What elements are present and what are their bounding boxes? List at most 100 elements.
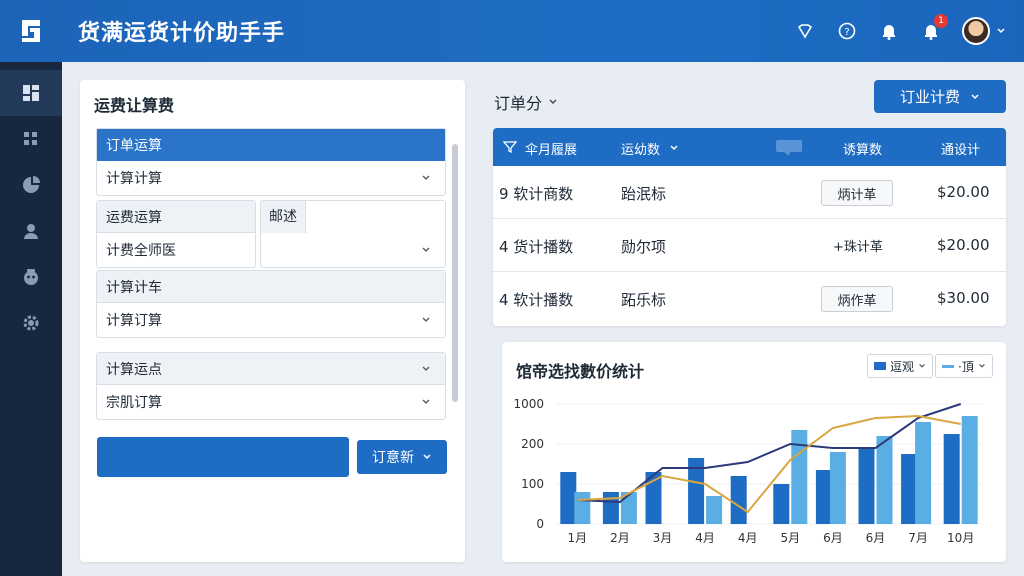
sidebar-item-grid[interactable] (0, 116, 62, 162)
sidebar-item-settings[interactable] (0, 300, 62, 346)
x-tick-label: 7月 (908, 531, 928, 545)
sidebar-item-users[interactable] (0, 208, 62, 254)
favorites-icon[interactable] (794, 20, 816, 42)
pie-chart-icon (23, 176, 40, 193)
app-logo[interactable] (0, 0, 62, 62)
fee-calculator-panel: 运费让算费 订单运算 计算计算 运费运算 计费全师医 邮述 计算计车 计算订算 … (80, 80, 465, 562)
y-tick-label: 200 (521, 437, 544, 451)
order-calc-group: 订单运算 计算计算 (96, 128, 446, 196)
x-tick-label: 1月 (567, 531, 587, 545)
bar-series-1 (901, 454, 918, 524)
bell-icon[interactable] (878, 20, 900, 42)
freight-calc-header: 运费运算 (97, 201, 255, 233)
notification-badge: 1 (934, 14, 948, 28)
row-item: 4 货计播数 (499, 238, 574, 256)
sidebar-item-dashboard[interactable] (0, 70, 62, 116)
calc-car-value: 计算订算 (106, 313, 162, 329)
row-desc: 跆泯标 (621, 185, 667, 203)
comment-icon[interactable] (776, 140, 802, 156)
column-header-action[interactable]: 诱算数 (843, 139, 882, 158)
x-tick-label: 4月 (695, 531, 715, 545)
notification-bell-icon[interactable]: 1 (920, 14, 948, 42)
robot-icon (24, 269, 38, 285)
calc-point-group: 计算运点 宗肌订算 (96, 352, 446, 420)
scroll-thumb[interactable] (452, 144, 458, 402)
chevron-down-icon (422, 366, 430, 371)
y-tick-label: 1000 (513, 397, 544, 411)
dashboard-icon (23, 85, 39, 101)
sidebar (0, 62, 62, 576)
order-calc-header: 订单运算 (97, 129, 445, 161)
order-calc-select[interactable]: 计算计算 (97, 161, 445, 195)
bar-series-2 (876, 436, 893, 524)
calculate-button[interactable] (97, 437, 349, 477)
row-item: 9 软计商数 (499, 185, 574, 203)
x-tick-label: 10月 (947, 531, 974, 545)
row-desc: 勋尔项 (621, 238, 667, 256)
bar-series-1 (943, 434, 960, 524)
orders-title: 订单分 (494, 94, 543, 113)
chevron-down-icon (422, 175, 430, 180)
app-title: 货满运货计价助手手 (78, 21, 286, 46)
y-tick-label: 0 (536, 517, 544, 531)
bar-series-1 (602, 492, 619, 524)
chevron-down-icon (971, 93, 979, 99)
column-header-price[interactable]: 通设计 (941, 139, 980, 158)
table-row[interactable]: 4 软计播数 跖乐标 炳作革 $30.00 (493, 272, 1006, 325)
description-select[interactable] (261, 233, 445, 267)
freight-calc-field[interactable]: 计费全师医 (97, 233, 255, 267)
column-header-desc[interactable]: 运幼数 (621, 139, 660, 158)
bar-series-2 (574, 492, 591, 524)
chevron-down-icon (422, 399, 430, 404)
sidebar-item-assistant[interactable] (0, 254, 62, 300)
row-price: $20.00 (937, 183, 990, 201)
order-calc-value: 计算计算 (106, 171, 162, 187)
row-action-button[interactable]: 炳计革 (821, 180, 893, 206)
statistics-chart-card: 馆帝选找數价统计 逗观 ·頂 0 100 200 1000 1月 2月 3月 4月 4月 5月 6月… (502, 342, 1006, 562)
orders-table: 伞月履展 运幼数 诱算数 通设计 9 软计商数 跆泯标 炳计革 $20.00 4… (493, 128, 1006, 326)
calc-point-label: 计算运点 (106, 361, 162, 378)
order-fee-button[interactable]: 订业计费 (874, 80, 1006, 113)
bar-series-1 (815, 470, 832, 524)
calc-car-header: 计算计车 (97, 271, 445, 303)
row-price: $20.00 (937, 236, 990, 254)
column-header-item[interactable]: 伞月履展 (525, 139, 577, 158)
panel-scrollbar[interactable] (450, 138, 460, 518)
sort-chevron-icon[interactable] (669, 143, 679, 153)
calc-point-select[interactable]: 宗肌订算 (97, 385, 445, 419)
description-header: 邮述 (261, 201, 306, 233)
order-fee-label: 订业计费 (899, 88, 960, 106)
table-row[interactable]: 4 货计播数 勋尔项 +珠计革 $20.00 (493, 219, 1006, 272)
bar-series-1 (858, 448, 875, 524)
x-tick-label: 3月 (653, 531, 673, 545)
calc-point-header[interactable]: 计算运点 (97, 353, 445, 385)
row-desc: 跖乐标 (621, 291, 667, 309)
orders-dropdown[interactable]: 订单分 (494, 90, 558, 114)
x-tick-label: 2月 (610, 531, 630, 545)
table-row[interactable]: 9 软计商数 跆泯标 炳计革 $20.00 (493, 166, 1006, 219)
bar-series-1 (730, 476, 747, 524)
user-menu[interactable] (962, 17, 1006, 45)
chevron-down-icon (422, 317, 430, 322)
svg-text:?: ? (844, 27, 849, 38)
avatar (962, 17, 990, 45)
x-tick-label: 6月 (823, 531, 843, 545)
bar-series-2 (915, 422, 932, 524)
chevron-down-icon (997, 28, 1005, 34)
help-icon[interactable]: ? (836, 20, 858, 42)
chevron-down-icon (423, 454, 431, 460)
order-split-button[interactable]: 订意新 (357, 440, 447, 474)
x-tick-label: 6月 (866, 531, 886, 545)
bar-series-2 (961, 416, 978, 524)
x-tick-label: 5月 (780, 531, 800, 545)
grid-icon (24, 132, 37, 145)
filter-icon[interactable] (503, 140, 517, 154)
calc-point-value: 宗肌订算 (106, 395, 162, 411)
calc-car-select[interactable]: 计算订算 (97, 303, 445, 337)
sidebar-item-reports[interactable] (0, 162, 62, 208)
row-action-button[interactable]: 炳作革 (821, 286, 893, 312)
gear-icon (23, 315, 39, 331)
row-action-link[interactable]: +珠计革 (833, 236, 883, 255)
split-button-label: 订意新 (372, 450, 414, 466)
bar-series-2 (829, 452, 846, 524)
